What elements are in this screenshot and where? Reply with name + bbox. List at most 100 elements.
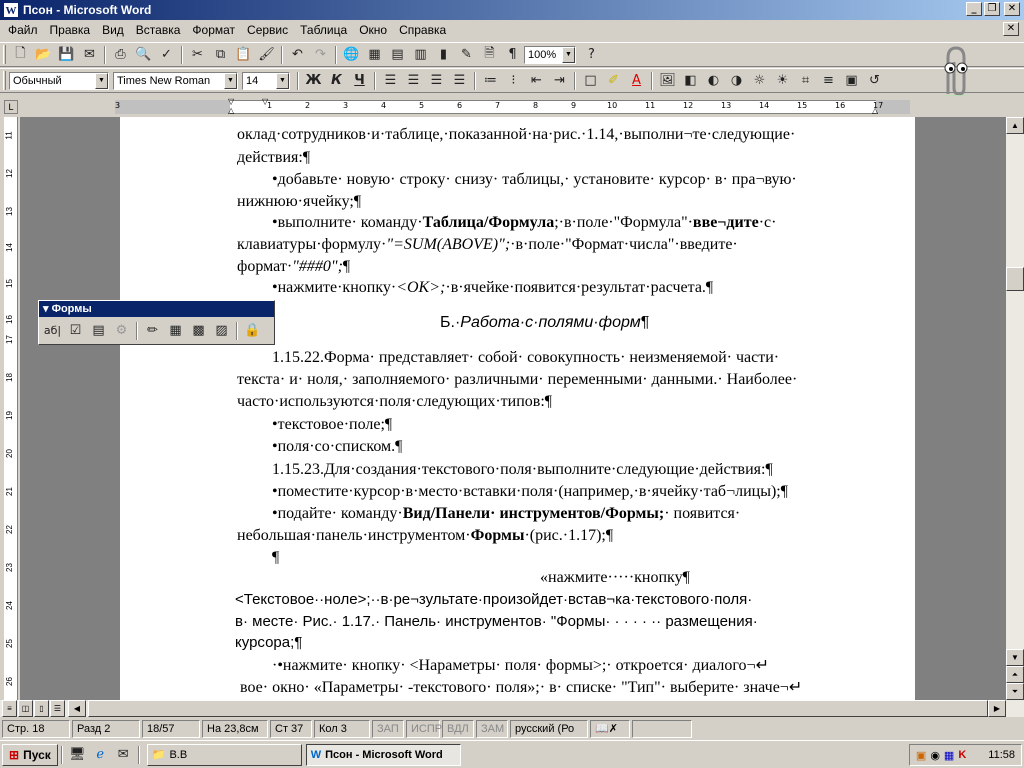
zoom-select[interactable]: 100% ▼ (524, 45, 576, 64)
office-assistant-clippy-icon[interactable] (926, 44, 984, 102)
image-control-icon[interactable]: ◧ (679, 70, 702, 91)
status-language[interactable]: русский (Ро (510, 720, 588, 738)
forms-toolbar-title[interactable]: ▾ Формы (39, 301, 274, 317)
dropdown-form-field-icon[interactable]: ▤ (87, 320, 110, 341)
status-ext[interactable]: ВДЛ (442, 720, 474, 738)
document-map-icon[interactable]: 🗎 (478, 44, 501, 65)
crop-icon[interactable]: ⌗ (794, 70, 817, 91)
next-page-icon[interactable]: ⏷ (1006, 683, 1024, 700)
tray-antivirus-icon[interactable]: K (958, 749, 966, 761)
restore-button[interactable]: ❐ (984, 2, 1000, 16)
chevron-down-icon[interactable]: ▼ (224, 72, 237, 89)
insert-table-icon[interactable]: ▦ (164, 320, 187, 341)
horizontal-scroll-thumb[interactable] (88, 700, 988, 717)
vertical-scrollbar[interactable]: ▲ ▼ ⏶ ⏷ (1006, 117, 1024, 700)
tables-borders-icon[interactable]: ▦ (363, 44, 386, 65)
style-select[interactable]: Обычный ▼ (9, 71, 109, 90)
normal-view-icon[interactable]: ≡ (2, 700, 17, 717)
scroll-down-icon[interactable]: ▼ (1006, 649, 1024, 666)
form-field-shading-icon[interactable]: ▨ (210, 320, 233, 341)
word-app-icon[interactable]: W (3, 2, 19, 18)
drawing-icon[interactable]: ✎ (455, 44, 478, 65)
chevron-down-icon[interactable]: ▼ (276, 72, 289, 89)
menu-window[interactable]: Окно (353, 20, 393, 40)
chevron-down-icon[interactable]: ▼ (562, 46, 575, 63)
menu-file[interactable]: Файл (2, 20, 44, 40)
taskbar-item-word[interactable]: W Псон - Microsoft Word (305, 743, 461, 766)
copy-icon[interactable]: ⧉ (209, 44, 232, 65)
redo-icon[interactable]: ↷ (309, 44, 332, 65)
columns-icon[interactable]: ▮ (432, 44, 455, 65)
toolbar-grip[interactable] (3, 45, 6, 64)
status-trk[interactable]: ИСПР (406, 720, 442, 738)
bullets-icon[interactable]: ⁝ (502, 70, 525, 91)
start-button[interactable]: ⊞ Пуск (2, 743, 58, 766)
insert-excel-icon[interactable]: ▥ (409, 44, 432, 65)
outlook-express-icon[interactable]: ✉ (112, 744, 135, 765)
save-icon[interactable]: 💾 (55, 44, 78, 65)
less-contrast-icon[interactable]: ◑ (725, 70, 748, 91)
italic-button[interactable]: К (325, 70, 348, 91)
checkbox-form-field-icon[interactable]: ☑ (64, 320, 87, 341)
align-center-icon[interactable]: ☰ (402, 70, 425, 91)
outline-view-icon[interactable]: ☰ (50, 700, 65, 717)
menu-table[interactable]: Таблица (294, 20, 353, 40)
internet-explorer-icon[interactable]: ℯ (89, 744, 112, 765)
permissions-icon[interactable]: ✉ (78, 44, 101, 65)
taskbar-item-folder[interactable]: 📁 B.B (146, 743, 302, 766)
tab-selector[interactable]: L (4, 100, 18, 114)
borders-icon[interactable]: □ (579, 70, 602, 91)
form-field-options-icon[interactable]: ⚙ (110, 320, 133, 341)
tray-app-icon[interactable]: ▣ (916, 749, 926, 762)
protect-form-icon[interactable]: 🔒 (241, 320, 264, 341)
horizontal-scrollbar[interactable]: ≡ ◫ ▯ ☰ ◀ ▶ (0, 700, 1024, 717)
undo-icon[interactable]: ↶ (286, 44, 309, 65)
insert-picture-icon[interactable]: 🖼 (656, 70, 679, 91)
spelling-status-icon[interactable]: 📖✗ (590, 720, 630, 738)
paste-icon[interactable]: 📋 (232, 44, 255, 65)
more-brightness-icon[interactable]: ☼ (748, 70, 771, 91)
insert-table-icon[interactable]: ▤ (386, 44, 409, 65)
toolbar-grip[interactable] (3, 71, 6, 90)
more-contrast-icon[interactable]: ◐ (702, 70, 725, 91)
increase-indent-icon[interactable]: ⇥ (548, 70, 571, 91)
first-line-indent-marker[interactable]: ▽ (228, 97, 234, 106)
tray-volume-icon[interactable]: ◉ (930, 749, 940, 762)
tray-network-icon[interactable]: ▦ (944, 749, 954, 762)
open-icon[interactable]: 📂 (32, 44, 55, 65)
clock[interactable]: 11:58 (988, 749, 1015, 761)
document-page[interactable]: оклад·сотрудников·и·таблице,·показанной·… (120, 117, 915, 700)
font-select[interactable]: Times New Roman ▼ (113, 71, 238, 90)
close-button[interactable]: ✕ (1004, 2, 1020, 16)
show-paragraph-marks-icon[interactable]: ¶ (501, 44, 524, 65)
scroll-up-icon[interactable]: ▲ (1006, 117, 1024, 134)
status-rec[interactable]: ЗАП (372, 720, 404, 738)
menu-edit[interactable]: Правка (44, 20, 97, 40)
draw-table-icon[interactable]: ✏ (141, 320, 164, 341)
format-picture-icon[interactable]: ▣ (840, 70, 863, 91)
left-indent-marker[interactable]: △ (228, 106, 234, 115)
new-document-icon[interactable]: 🗋 (9, 44, 32, 65)
scroll-right-icon[interactable]: ▶ (988, 700, 1006, 717)
menu-format[interactable]: Формат (186, 20, 241, 40)
status-ovr[interactable]: ЗАМ (476, 720, 508, 738)
menu-insert[interactable]: Вставка (130, 20, 187, 40)
cut-icon[interactable]: ✂ (186, 44, 209, 65)
spelling-icon[interactable]: ✓ (155, 44, 178, 65)
bold-button[interactable]: Ж (302, 70, 325, 91)
format-painter-icon[interactable]: 🖌 (255, 44, 278, 65)
text-form-field-button[interactable]: аб| (41, 320, 64, 341)
decrease-indent-icon[interactable]: ⇤ (525, 70, 548, 91)
previous-page-icon[interactable]: ⏶ (1006, 666, 1024, 683)
less-brightness-icon[interactable]: ☀ (771, 70, 794, 91)
document-close-button[interactable]: ✕ (1003, 22, 1019, 36)
chevron-down-icon[interactable]: ▼ (95, 72, 108, 89)
highlight-icon[interactable]: ✐ (602, 70, 625, 91)
print-icon[interactable]: ⎙ (109, 44, 132, 65)
numbering-icon[interactable]: ≔ (479, 70, 502, 91)
tab-stop-marker[interactable]: ▽ (262, 97, 268, 106)
minimize-button[interactable]: _ (966, 2, 982, 16)
menu-tools[interactable]: Сервис (241, 20, 294, 40)
show-desktop-icon[interactable]: 🖥 (66, 744, 89, 765)
underline-button[interactable]: Ч (348, 70, 371, 91)
